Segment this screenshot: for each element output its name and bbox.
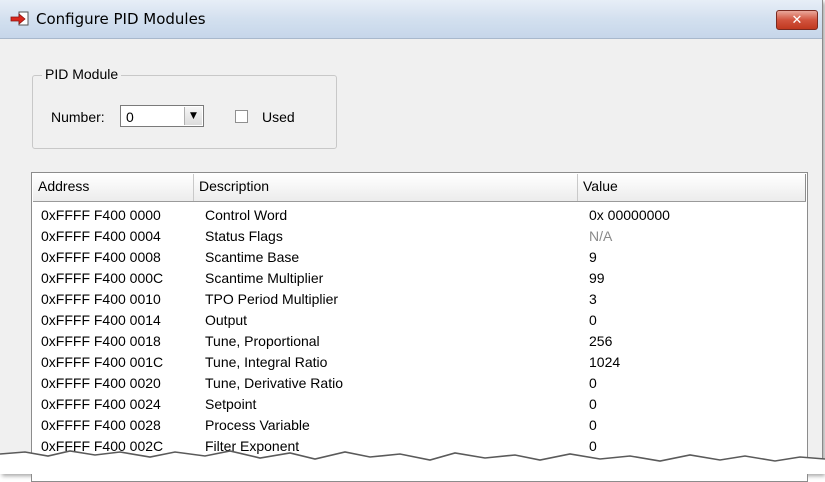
address-cell: 0xFFFF F400 0010 bbox=[41, 291, 161, 307]
list-rows: 0xFFFF F400 0000 Control Word 0x 00000000 0… bbox=[32, 206, 807, 458]
table-row[interactable]: 0xFFFF F400 0014 Output 0 bbox=[32, 311, 807, 332]
value-cell: 0x 00000000 bbox=[589, 207, 670, 223]
column-header-value[interactable]: Value bbox=[578, 174, 806, 201]
description-cell: Status Flags bbox=[205, 228, 283, 244]
address-cell: 0xFFFF F400 0008 bbox=[41, 249, 161, 265]
number-dropdown[interactable]: 0 ▼ bbox=[120, 105, 204, 127]
arrow-into-box-icon bbox=[10, 11, 29, 26]
title-bar[interactable]: Configure PID Modules ✕ bbox=[0, 0, 822, 39]
value-cell: 9 bbox=[589, 249, 597, 265]
configure-pid-window: Configure PID Modules ✕ PID Module Numbe… bbox=[0, 0, 825, 482]
description-cell: Scantime Multiplier bbox=[205, 270, 324, 286]
description-cell: Tune, Integral Ratio bbox=[205, 354, 328, 370]
table-row[interactable]: 0xFFFF F400 0000 Control Word 0x 00000000 bbox=[32, 206, 807, 227]
value-cell: 3 bbox=[589, 291, 597, 307]
address-cell: 0xFFFF F400 0000 bbox=[41, 207, 161, 223]
address-cell: 0xFFFF F400 0024 bbox=[41, 396, 161, 412]
address-cell: 0xFFFF F400 0020 bbox=[41, 375, 161, 391]
value-cell: 1024 bbox=[589, 354, 621, 370]
value-cell: 0 bbox=[589, 312, 597, 328]
value-cell: 0 bbox=[589, 417, 597, 433]
description-cell: Output bbox=[205, 312, 248, 328]
description-cell: Control Word bbox=[205, 207, 288, 223]
address-cell: 0xFFFF F400 0004 bbox=[41, 228, 161, 244]
description-cell: Tune, Derivative Ratio bbox=[205, 375, 343, 391]
pid-module-group-label: PID Module bbox=[42, 66, 122, 82]
description-cell: Scantime Base bbox=[205, 249, 300, 265]
register-list[interactable]: Address Description Value 0xFFFF F400 00… bbox=[31, 172, 808, 482]
table-row[interactable]: 0xFFFF F400 0020 Tune, Derivative Ratio 0 bbox=[32, 374, 807, 395]
table-row[interactable]: 0xFFFF F400 0010 TPO Period Multiplier 3 bbox=[32, 290, 807, 311]
description-cell: Setpoint bbox=[205, 396, 257, 412]
value-cell: 99 bbox=[589, 270, 605, 286]
value-cell: 256 bbox=[589, 333, 613, 349]
address-cell: 0xFFFF F400 0028 bbox=[41, 417, 161, 433]
table-row[interactable]: 0xFFFF F400 001C Tune, Integral Ratio 1024 bbox=[32, 353, 807, 374]
table-row[interactable]: 0xFFFF F400 0028 Process Variable 0 bbox=[32, 416, 807, 437]
value-cell: 0 bbox=[589, 396, 597, 412]
number-label: Number: bbox=[51, 109, 105, 125]
address-cell: 0xFFFF F400 001C bbox=[41, 354, 164, 370]
column-header-address[interactable]: Address bbox=[33, 174, 194, 201]
value-cell: 0 bbox=[589, 375, 597, 391]
chevron-down-icon[interactable]: ▼ bbox=[184, 107, 202, 125]
description-cell: Tune, Proportional bbox=[205, 333, 320, 349]
torn-edge bbox=[0, 450, 825, 474]
close-icon: ✕ bbox=[791, 12, 803, 28]
description-cell: TPO Period Multiplier bbox=[205, 291, 339, 307]
table-row[interactable]: 0xFFFF F400 0024 Setpoint 0 bbox=[32, 395, 807, 416]
window-title: Configure PID Modules bbox=[36, 10, 206, 28]
used-label[interactable]: Used bbox=[262, 109, 295, 125]
address-cell: 0xFFFF F400 0018 bbox=[41, 333, 161, 349]
table-row[interactable]: 0xFFFF F400 000C Scantime Multiplier 99 bbox=[32, 269, 807, 290]
table-row[interactable]: 0xFFFF F400 0004 Status Flags N/A bbox=[32, 227, 807, 248]
value-cell: N/A bbox=[589, 228, 613, 244]
used-checkbox[interactable] bbox=[235, 110, 248, 123]
address-cell: 0xFFFF F400 0014 bbox=[41, 312, 161, 328]
table-row[interactable]: 0xFFFF F400 0018 Tune, Proportional 256 bbox=[32, 332, 807, 353]
address-cell: 0xFFFF F400 000C bbox=[41, 270, 164, 286]
close-button[interactable]: ✕ bbox=[776, 10, 818, 30]
table-row[interactable]: 0xFFFF F400 0008 Scantime Base 9 bbox=[32, 248, 807, 269]
description-cell: Process Variable bbox=[205, 417, 310, 433]
number-dropdown-value: 0 bbox=[126, 109, 134, 125]
column-header-description[interactable]: Description bbox=[194, 174, 578, 201]
list-header: Address Description Value bbox=[33, 174, 806, 202]
